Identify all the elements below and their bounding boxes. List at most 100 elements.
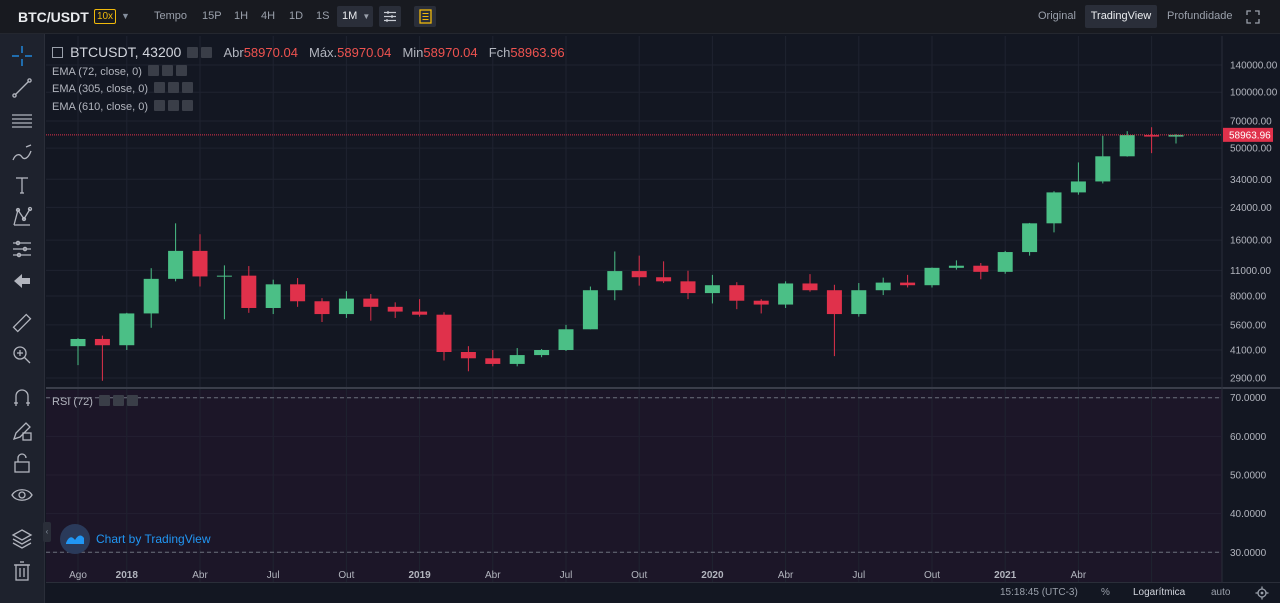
watermark-text: Chart by TradingView xyxy=(96,532,211,546)
back-arrow-tool[interactable] xyxy=(10,269,34,293)
percent-scale-toggle[interactable]: % xyxy=(1101,587,1110,598)
eye-icon[interactable] xyxy=(99,395,111,406)
collapse-legend-icon[interactable] xyxy=(52,47,63,58)
close-icon[interactable] xyxy=(127,395,139,406)
candle-body xyxy=(802,283,818,291)
trend-line-tool[interactable] xyxy=(10,76,34,100)
candle-body xyxy=(216,275,232,277)
price-tick-label: 5600.00 xyxy=(1230,320,1267,331)
time-tick-label: Jul xyxy=(852,570,865,581)
candle-body xyxy=(680,281,696,294)
eye-icon[interactable] xyxy=(154,82,166,93)
close-icon[interactable] xyxy=(182,82,194,93)
auto-scale-toggle[interactable]: auto xyxy=(1211,587,1230,598)
candle-body xyxy=(168,250,184,279)
symbol-title[interactable]: BTC/USDT xyxy=(18,9,89,25)
time-tick-label: 2019 xyxy=(408,570,431,581)
interval-1m-active[interactable]: 1M ▼ xyxy=(337,6,373,27)
close-icon[interactable] xyxy=(182,100,194,111)
candle-body xyxy=(900,282,916,286)
candle-body xyxy=(1070,181,1086,193)
candle-body xyxy=(143,278,159,314)
interval-1s[interactable]: 1S xyxy=(316,10,329,22)
collapse-panel-button[interactable]: ‹ xyxy=(43,522,51,542)
candle-body xyxy=(192,250,208,277)
gear-icon[interactable] xyxy=(168,82,180,93)
candle xyxy=(582,286,598,330)
visibility-tool[interactable] xyxy=(10,483,34,507)
candle-body xyxy=(851,290,867,315)
open-label: Abr xyxy=(223,45,244,60)
candle xyxy=(778,281,794,308)
gear-icon[interactable] xyxy=(201,47,213,58)
fullscreen-icon[interactable] xyxy=(1245,9,1261,25)
interval-1d[interactable]: 1D xyxy=(289,10,303,22)
candle-body xyxy=(778,283,794,305)
candle-body xyxy=(412,311,428,315)
log-scale-toggle[interactable]: Logarítmica xyxy=(1133,587,1185,598)
lock-tool[interactable] xyxy=(10,451,34,475)
interval-15p[interactable]: 15P xyxy=(202,10,222,22)
gear-icon[interactable] xyxy=(113,395,125,406)
horizontal-lines-tool[interactable] xyxy=(10,109,34,133)
view-original-tab[interactable]: Original xyxy=(1038,10,1076,22)
chart-area[interactable]: 70.0000 60.0000 50.0000 40.0000 30.0000 1400… xyxy=(46,36,1280,603)
eye-icon[interactable] xyxy=(187,47,199,58)
last-price-label: 58963.96 xyxy=(1229,130,1271,141)
trash-icon xyxy=(14,561,30,581)
zoom-tool[interactable] xyxy=(10,343,34,367)
close-icon[interactable] xyxy=(175,65,187,76)
trend-line-icon xyxy=(12,78,32,98)
rsi-label: RSI (72) xyxy=(52,396,93,408)
candle-body xyxy=(314,301,330,315)
interval-4h[interactable]: 4H xyxy=(261,10,275,22)
eye-icon[interactable] xyxy=(147,65,159,76)
leverage-badge[interactable]: 10x xyxy=(94,9,116,24)
eye-icon[interactable] xyxy=(154,100,166,111)
brush-tool[interactable] xyxy=(10,141,34,165)
layers-tool[interactable] xyxy=(10,527,34,551)
candle-body xyxy=(607,271,623,291)
crosshair-tool[interactable] xyxy=(10,44,34,68)
text-tool[interactable] xyxy=(10,173,34,197)
candle-body xyxy=(509,355,525,364)
interval-tempo[interactable]: Tempo xyxy=(154,10,187,22)
legend-main-row: BTCUSDT, 43200 Abr58970.04 Máx.58970.04 … xyxy=(52,44,565,60)
template-button[interactable] xyxy=(414,6,436,27)
legend-symbol: BTCUSDT, 43200 xyxy=(70,44,182,60)
gear-icon[interactable] xyxy=(168,100,180,111)
view-depth-tab[interactable]: Profundidade xyxy=(1167,10,1232,22)
chevron-down-icon[interactable]: ▼ xyxy=(121,11,130,21)
gear-icon[interactable] xyxy=(161,65,173,76)
clock-readout: 15:18:45 (UTC-3) xyxy=(1000,587,1078,598)
time-tick-label: Abr xyxy=(778,570,794,581)
indicator-settings-button[interactable] xyxy=(379,6,401,27)
drawing-mode-tool[interactable] xyxy=(10,419,34,443)
legend-rsi: RSI (72) xyxy=(52,395,139,408)
time-tick-label: Abr xyxy=(485,570,501,581)
high-value: 58970.04 xyxy=(337,45,392,60)
low-label: Min xyxy=(402,45,424,60)
tradingview-logo-icon xyxy=(60,524,90,554)
delete-tool[interactable] xyxy=(10,559,34,583)
pattern-tool[interactable] xyxy=(10,205,34,229)
view-tradingview-tab[interactable]: TradingView xyxy=(1085,5,1157,28)
time-tick-label: 2018 xyxy=(116,570,139,581)
prediction-tool[interactable] xyxy=(10,237,34,261)
rsi-pane-background xyxy=(46,390,1222,582)
candle-body xyxy=(70,338,86,347)
chart-canvas[interactable]: 70.0000 60.0000 50.0000 40.0000 30.0000 1400… xyxy=(46,36,1280,582)
candle-body xyxy=(1095,156,1111,182)
interval-1h[interactable]: 1H xyxy=(234,10,248,22)
candle xyxy=(997,250,1013,274)
candle-body xyxy=(1046,192,1062,224)
gear-icon[interactable] xyxy=(1255,586,1269,600)
zoom-in-icon xyxy=(13,346,31,364)
price-tick-label: 100000.00 xyxy=(1230,88,1278,99)
rsi-tick-label: 50.0000 xyxy=(1230,471,1267,482)
candle-body xyxy=(94,338,110,346)
time-tick-label: 2021 xyxy=(994,570,1017,581)
ruler-tool[interactable] xyxy=(10,311,34,335)
magnet-tool[interactable] xyxy=(10,386,34,410)
high-label: Máx. xyxy=(309,45,338,60)
